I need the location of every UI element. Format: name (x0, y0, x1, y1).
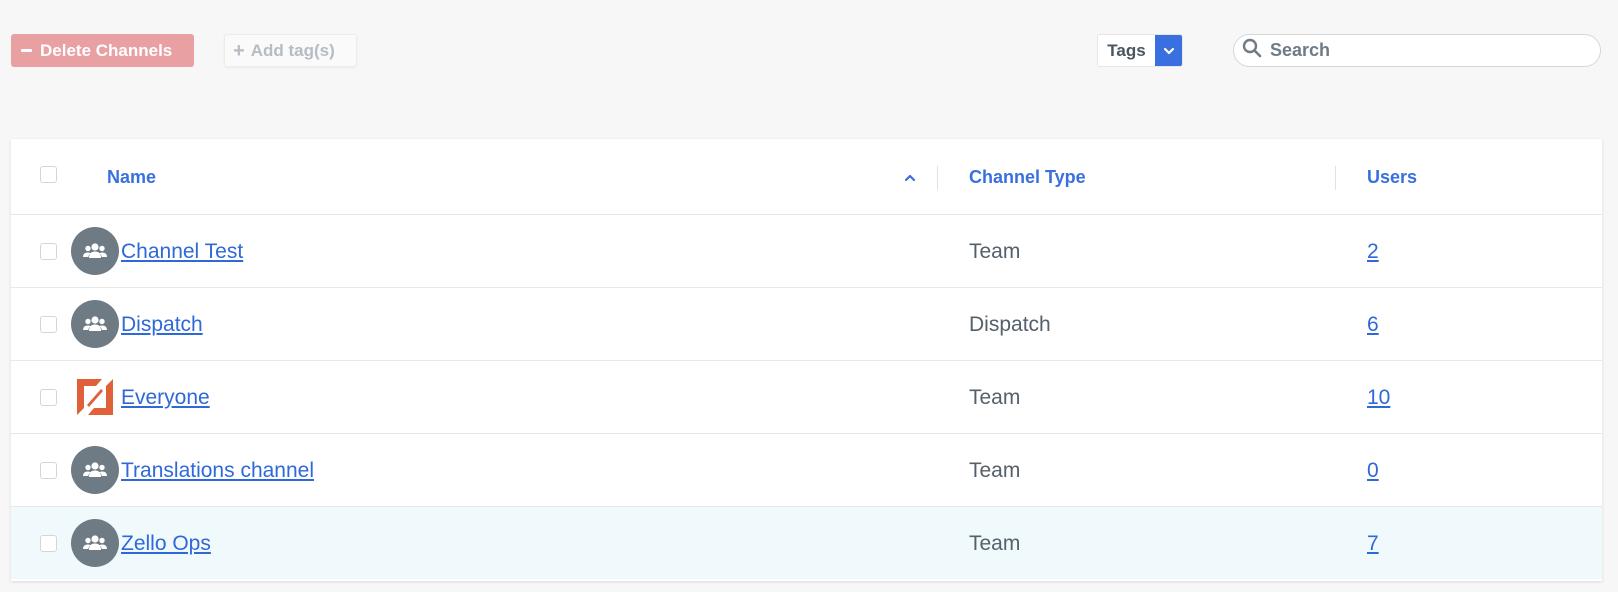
chevron-down-icon[interactable] (1155, 35, 1182, 66)
group-icon (71, 300, 119, 348)
search-field[interactable] (1233, 34, 1601, 67)
select-all-checkbox[interactable] (40, 166, 57, 183)
column-header-channel-type[interactable]: Channel Type (969, 167, 1086, 188)
channel-name-link[interactable]: Translations channel (121, 459, 314, 483)
row-checkbox[interactable] (40, 535, 57, 552)
group-icon (71, 227, 119, 275)
plus-icon: + (233, 39, 245, 62)
channel-type: Team (969, 386, 1021, 409)
group-icon (71, 519, 119, 567)
channel-type: Team (969, 532, 1021, 555)
column-divider (937, 166, 938, 190)
row-checkbox[interactable] (40, 389, 57, 406)
search-input[interactable] (1270, 40, 1570, 61)
minus-icon (21, 49, 32, 52)
delete-channels-button[interactable]: Delete Channels (11, 34, 194, 67)
group-icon (71, 446, 119, 494)
column-header-name[interactable]: Name (107, 167, 156, 188)
table-header: Name Channel Type Users (11, 139, 1602, 215)
toolbar: Delete Channels + Add tag(s) Tags (0, 34, 1618, 68)
table-row: Everyone Team 10 (11, 361, 1602, 434)
column-divider (1335, 166, 1336, 190)
channel-name-link[interactable]: Zello Ops (121, 532, 211, 556)
table-row: Zello Ops Team 7 (11, 507, 1602, 579)
channel-type: Dispatch (969, 313, 1051, 336)
table-row: Translations channel Team 0 (11, 434, 1602, 507)
channel-name-link[interactable]: Everyone (121, 386, 210, 410)
users-count-link[interactable]: 2 (1367, 240, 1379, 264)
zello-logo-icon (71, 373, 119, 421)
channel-type: Team (969, 459, 1021, 482)
channels-table: Name Channel Type Users Channel Test Tea… (11, 139, 1602, 581)
add-tags-button[interactable]: + Add tag(s) (224, 34, 357, 67)
users-count-link[interactable]: 10 (1367, 386, 1390, 410)
table-row: Dispatch Dispatch 6 (11, 288, 1602, 361)
users-count-link[interactable]: 0 (1367, 459, 1379, 483)
row-checkbox[interactable] (40, 243, 57, 260)
channel-name-link[interactable]: Dispatch (121, 313, 203, 337)
users-count-link[interactable]: 7 (1367, 532, 1379, 556)
delete-channels-label: Delete Channels (40, 40, 173, 60)
row-checkbox[interactable] (40, 462, 57, 479)
column-header-users[interactable]: Users (1367, 167, 1417, 188)
row-checkbox[interactable] (40, 316, 57, 333)
channel-name-link[interactable]: Channel Test (121, 240, 243, 264)
sort-ascending-icon[interactable] (904, 169, 916, 187)
tags-dropdown[interactable]: Tags (1097, 34, 1183, 67)
tags-dropdown-label: Tags (1107, 40, 1146, 60)
search-icon (1242, 38, 1262, 63)
channel-type: Team (969, 240, 1021, 263)
table-row: Channel Test Team 2 (11, 215, 1602, 288)
add-tags-label: Add tag(s) (250, 40, 335, 60)
users-count-link[interactable]: 6 (1367, 313, 1379, 337)
